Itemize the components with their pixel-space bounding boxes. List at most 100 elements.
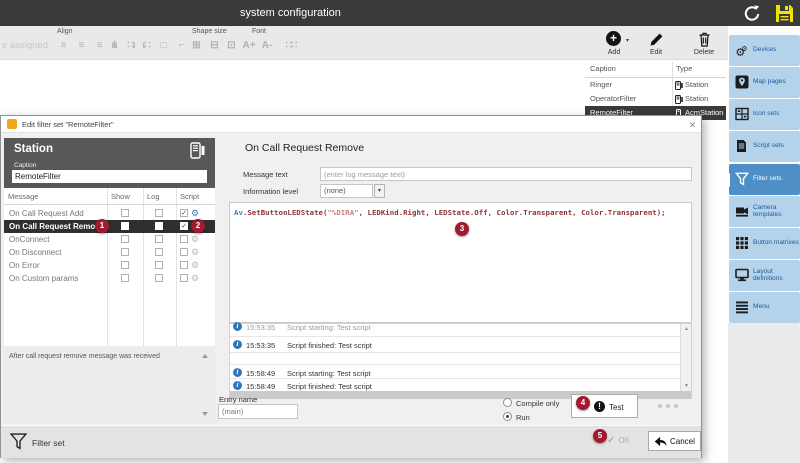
shape-corner-icon[interactable]: ⌐ — [173, 39, 189, 52]
add-button[interactable]: + ▾ Add — [596, 30, 632, 58]
delete-button[interactable]: Delete — [686, 30, 722, 58]
information-level-select[interactable]: (none) — [320, 184, 373, 198]
align-bars-icon[interactable]: ılı — [106, 39, 122, 52]
map-pin-icon — [734, 75, 749, 90]
message-table: Message Show Log Script On Call Request … — [4, 188, 215, 346]
sidebar-empty-area — [728, 323, 800, 463]
close-icon[interactable]: ✕ — [686, 119, 699, 131]
message-description: After call request remove message was re… — [9, 353, 160, 360]
align-left-icon[interactable]: ≡ — [55, 39, 71, 52]
ok-button-label: OK — [618, 436, 630, 445]
distribute-vertical-icon[interactable]: ı∷ — [138, 39, 154, 52]
log-checkbox[interactable] — [155, 209, 163, 217]
log-checkbox[interactable] — [155, 222, 163, 230]
log-vertical-scrollbar[interactable]: ▲ ▼ — [680, 324, 691, 391]
scroll-down-icon[interactable]: ▼ — [681, 383, 692, 389]
entry-name-input[interactable] — [218, 404, 298, 419]
message-row[interactable]: OnConnect ⚙ — [4, 233, 215, 246]
sidebar-item-layout-definitions[interactable]: Layout definitions — [729, 260, 800, 291]
ok-button[interactable]: ✓OK — [607, 431, 644, 451]
log-row[interactable]: i 15:53:35 Script finished: Test script — [230, 338, 680, 351]
info-icon: i — [233, 322, 242, 331]
script-checkbox[interactable] — [180, 248, 188, 256]
message-row[interactable]: On Call Request Add ⚙ — [4, 207, 215, 220]
log-checkbox[interactable] — [155, 235, 163, 243]
icon-grid-icon — [734, 107, 749, 122]
save-icon[interactable] — [774, 3, 796, 23]
grid-icon[interactable]: ∷∷ — [283, 39, 299, 52]
gears-icon: ⚙⚙ — [734, 43, 749, 58]
sidebar-item-devices[interactable]: ⚙⚙ Devices — [729, 35, 800, 66]
station-panel-header: Station Caption — [4, 138, 215, 188]
script-checkbox[interactable] — [180, 235, 188, 243]
show-checkbox[interactable] — [121, 222, 129, 230]
column-header-log: Log — [147, 192, 160, 201]
script-log-list: i 15:53:35 Script starting: Test script … — [229, 323, 692, 399]
show-checkbox[interactable] — [121, 235, 129, 243]
script-checkbox[interactable] — [180, 274, 188, 282]
shape-frame-icon[interactable]: □ — [155, 39, 171, 52]
run-radio[interactable] — [503, 412, 512, 421]
add-caret-icon[interactable]: ▾ — [626, 37, 629, 44]
sidebar-item-map-pages[interactable]: Map pages — [729, 67, 800, 98]
shape-grow-icon[interactable]: ⊞ — [188, 39, 204, 52]
message-text-label: Message text — [243, 170, 288, 179]
log-checkbox[interactable] — [155, 248, 163, 256]
compile-only-label: Compile only — [516, 399, 559, 408]
script-checkbox[interactable] — [180, 261, 188, 269]
sidebar-item-icon-sets[interactable]: Icon sets — [729, 99, 800, 130]
table-row[interactable]: OperatorFilter Station — [585, 92, 726, 106]
annotation-badge-5: 5 — [593, 429, 607, 443]
show-checkbox[interactable] — [121, 274, 129, 282]
cancel-button[interactable]: Cancel — [648, 431, 701, 451]
column-header-script: Script — [180, 192, 199, 201]
log-row[interactable]: i 15:53:35 Script starting: Test script — [230, 320, 680, 333]
log-checkbox[interactable] — [155, 274, 163, 282]
message-text-input[interactable] — [320, 167, 692, 181]
edit-button[interactable]: Edit — [638, 30, 674, 58]
message-description-box[interactable]: After call request remove message was re… — [4, 346, 215, 424]
information-level-dropdown-icon[interactable]: ▾ — [374, 184, 385, 198]
log-checkbox[interactable] — [155, 261, 163, 269]
distribute-horizontal-icon[interactable]: ∷ı — [123, 39, 139, 52]
dialog-title: Edit filter set "RemoteFilter" — [22, 120, 114, 129]
script-checkbox[interactable] — [180, 222, 188, 230]
sidebar-item-script-sets[interactable]: Script sets — [729, 131, 800, 162]
clipped-status-text: e assigned — [2, 40, 48, 51]
edit-filter-set-dialog: Edit filter set "RemoteFilter" ✕ Station… — [0, 115, 702, 458]
run-label: Run — [516, 413, 530, 422]
message-row[interactable]: On Error ⚙ — [4, 259, 215, 272]
exclamation-icon: ! — [594, 401, 605, 412]
sidebar-item-menu[interactable]: Menu — [729, 292, 800, 323]
sidebar-item-button-matrixes[interactable]: Button matrixes — [729, 228, 800, 259]
message-row[interactable]: On Disconnect ⚙ — [4, 246, 215, 259]
scroll-up-icon[interactable]: ▲ — [681, 326, 692, 332]
sidebar-item-filter-sets[interactable]: Filter sets — [729, 164, 800, 195]
message-row[interactable]: On Custom params ⚙ — [4, 272, 215, 285]
undo-icon[interactable] — [742, 3, 764, 23]
row-caption: Ringer — [590, 78, 612, 92]
info-icon: i — [233, 340, 242, 349]
align-right-icon[interactable]: ≡ — [91, 39, 107, 52]
scroll-down-icon[interactable] — [202, 412, 208, 416]
table-row[interactable]: Ringer Station — [585, 78, 726, 92]
test-button-label: Test — [609, 403, 624, 412]
funnel-icon — [734, 172, 749, 187]
script-checkbox[interactable] — [180, 209, 188, 217]
shape-shrink-icon[interactable]: ⊟ — [206, 39, 222, 52]
shape-width-icon[interactable]: ⊡ — [223, 39, 239, 52]
align-center-icon[interactable]: ≡ — [73, 39, 89, 52]
app-titlebar: system configuration — [0, 0, 800, 26]
script-code-editor[interactable]: Av.SetButtonLEDState("%DIRA", LEDKind.Ri… — [229, 202, 692, 323]
scroll-up-icon[interactable] — [202, 354, 208, 358]
delete-button-label: Delete — [686, 49, 722, 56]
show-checkbox[interactable] — [121, 248, 129, 256]
show-checkbox[interactable] — [121, 209, 129, 217]
message-row[interactable]: On Call Request Remove — [4, 220, 215, 233]
font-decrease-icon[interactable]: A- — [259, 39, 275, 52]
caption-input[interactable] — [12, 170, 207, 183]
sidebar-item-camera-templates[interactable]: Camera templates — [729, 196, 800, 227]
font-increase-icon[interactable]: A+ — [241, 39, 257, 52]
compile-only-radio[interactable] — [503, 398, 512, 407]
show-checkbox[interactable] — [121, 261, 129, 269]
